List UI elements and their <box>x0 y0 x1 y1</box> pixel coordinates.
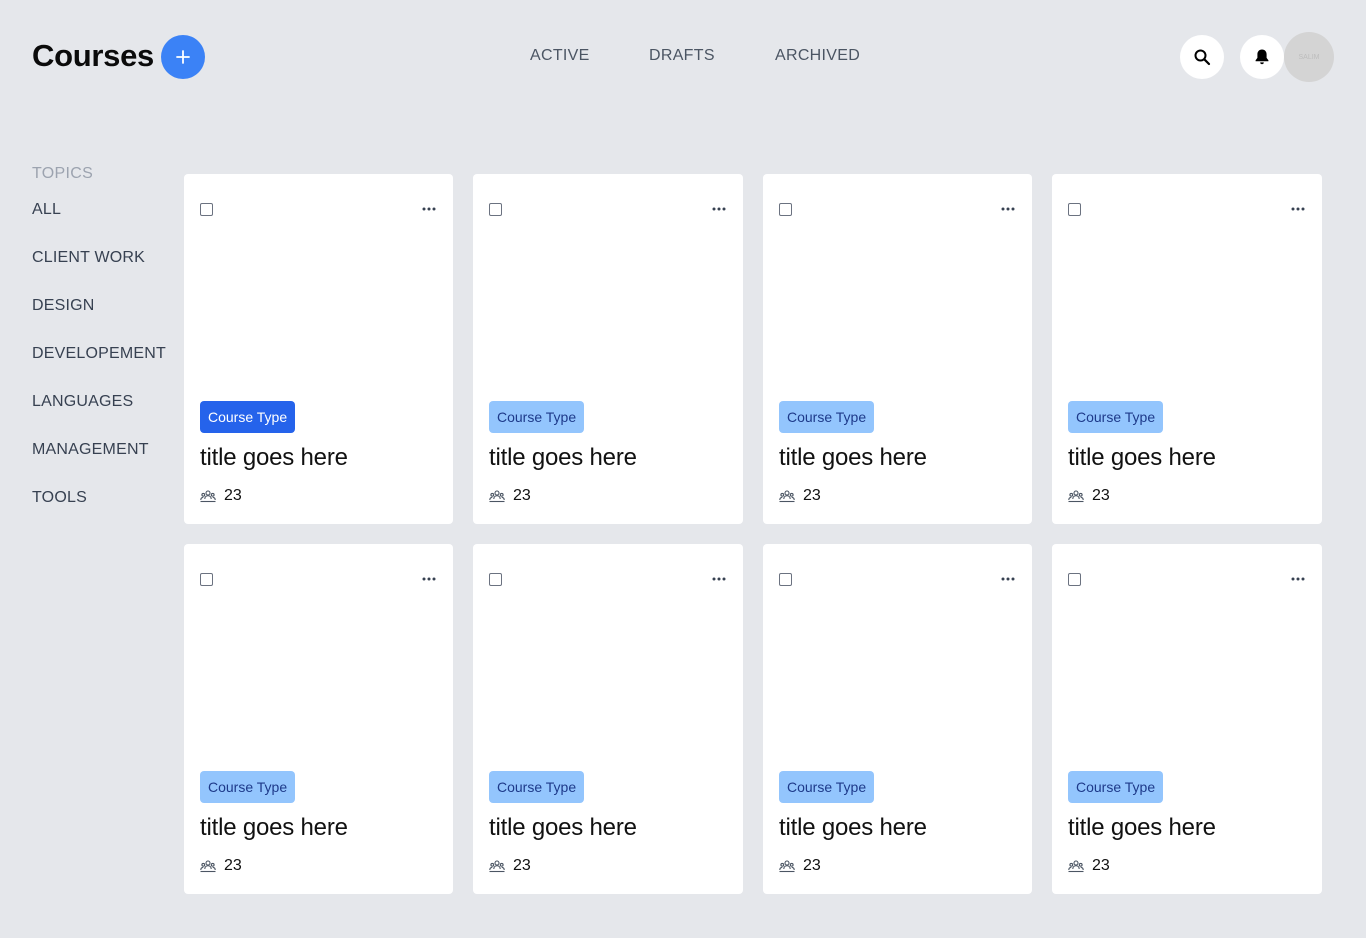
more-options-icon[interactable] <box>711 200 727 218</box>
more-options-icon[interactable] <box>1000 570 1016 588</box>
people-icon <box>1068 859 1084 873</box>
user-avatar[interactable]: SALIM <box>1284 32 1334 82</box>
more-options-icon[interactable] <box>421 200 437 218</box>
course-card[interactable]: Course Type title goes here 23 <box>1052 174 1322 524</box>
topic-item-languages[interactable]: LANGUAGES <box>32 392 166 440</box>
course-title: title goes here <box>1068 814 1216 841</box>
topic-item-all[interactable]: ALL <box>32 200 166 248</box>
card-checkbox[interactable] <box>489 573 502 586</box>
more-options-icon[interactable] <box>421 570 437 588</box>
enrolled-count: 23 <box>224 487 242 504</box>
course-title: title goes here <box>489 814 637 841</box>
course-card[interactable]: Course Type title goes here 23 <box>473 544 743 894</box>
topic-item-development[interactable]: DEVELOPEMENT <box>32 344 166 392</box>
people-icon <box>779 859 795 873</box>
card-checkbox[interactable] <box>200 573 213 586</box>
status-tabs: ACTIVE DRAFTS ARCHIVED <box>0 47 1366 69</box>
course-card[interactable]: Course Type title goes here 23 <box>473 174 743 524</box>
enrolled-count: 23 <box>224 857 242 874</box>
topic-item-client-work[interactable]: CLIENT WORK <box>32 248 166 296</box>
card-checkbox[interactable] <box>489 203 502 216</box>
people-icon <box>1068 489 1084 503</box>
course-type-badge[interactable]: Course Type <box>200 771 296 803</box>
course-card[interactable]: Course Type title goes here 23 <box>1052 544 1322 894</box>
card-meta: 23 <box>200 487 242 505</box>
card-checkbox[interactable] <box>1068 573 1081 586</box>
tab-drafts[interactable]: DRAFTS <box>649 47 715 65</box>
course-title: title goes here <box>1068 444 1216 471</box>
enrolled-count: 23 <box>513 857 531 874</box>
course-title: title goes here <box>489 444 637 471</box>
enrolled-count: 23 <box>513 487 531 504</box>
course-card[interactable]: Course Type title goes here 23 <box>763 174 1032 524</box>
topic-item-tools[interactable]: TOOLS <box>32 488 166 536</box>
course-title: title goes here <box>779 444 927 471</box>
course-type-badge[interactable]: Course Type <box>200 401 296 433</box>
card-meta: 23 <box>779 487 821 505</box>
course-card[interactable]: Course Type title goes here 23 <box>763 544 1032 894</box>
more-options-icon[interactable] <box>1000 200 1016 218</box>
card-checkbox[interactable] <box>1068 203 1081 216</box>
people-icon <box>200 859 216 873</box>
card-meta: 23 <box>489 487 531 505</box>
courses-app: Courses ACTIVE DRAFTS ARCHIVED SALIM TOP… <box>0 0 1366 938</box>
notifications-button[interactable] <box>1240 35 1284 79</box>
bell-icon <box>1254 48 1270 66</box>
card-checkbox[interactable] <box>779 203 792 216</box>
course-title: title goes here <box>200 444 348 471</box>
topics-heading: TOPICS <box>32 165 94 182</box>
enrolled-count: 23 <box>803 487 821 504</box>
people-icon <box>779 489 795 503</box>
tab-archived[interactable]: ARCHIVED <box>775 47 860 65</box>
course-type-badge[interactable]: Course Type <box>1068 771 1164 803</box>
card-checkbox[interactable] <box>200 203 213 216</box>
topic-item-management[interactable]: MANAGEMENT <box>32 440 166 488</box>
avatar-label: SALIM <box>1298 53 1320 61</box>
enrolled-count: 23 <box>803 857 821 874</box>
enrolled-count: 23 <box>1092 857 1110 874</box>
more-options-icon[interactable] <box>1290 570 1306 588</box>
course-title: title goes here <box>779 814 927 841</box>
course-type-badge[interactable]: Course Type <box>489 771 585 803</box>
topic-item-design[interactable]: DESIGN <box>32 296 166 344</box>
people-icon <box>200 489 216 503</box>
course-type-badge[interactable]: Course Type <box>779 771 875 803</box>
course-title: title goes here <box>200 814 348 841</box>
card-meta: 23 <box>200 857 242 875</box>
course-card[interactable]: Course Type title goes here 23 <box>184 544 453 894</box>
course-grid: Course Type title goes here 23 Course Ty… <box>184 174 1322 894</box>
card-meta: 23 <box>1068 487 1110 505</box>
topic-list: ALL CLIENT WORK DESIGN DEVELOPEMENT LANG… <box>32 200 166 536</box>
search-icon <box>1193 48 1211 66</box>
search-button[interactable] <box>1180 35 1224 79</box>
course-type-badge[interactable]: Course Type <box>1068 401 1164 433</box>
people-icon <box>489 859 505 873</box>
card-meta: 23 <box>489 857 531 875</box>
course-type-badge[interactable]: Course Type <box>489 401 585 433</box>
more-options-icon[interactable] <box>711 570 727 588</box>
card-meta: 23 <box>779 857 821 875</box>
more-options-icon[interactable] <box>1290 200 1306 218</box>
card-checkbox[interactable] <box>779 573 792 586</box>
people-icon <box>489 489 505 503</box>
course-card[interactable]: Course Type title goes here 23 <box>184 174 453 524</box>
tab-active[interactable]: ACTIVE <box>530 47 590 65</box>
card-meta: 23 <box>1068 857 1110 875</box>
course-type-badge[interactable]: Course Type <box>779 401 875 433</box>
enrolled-count: 23 <box>1092 487 1110 504</box>
